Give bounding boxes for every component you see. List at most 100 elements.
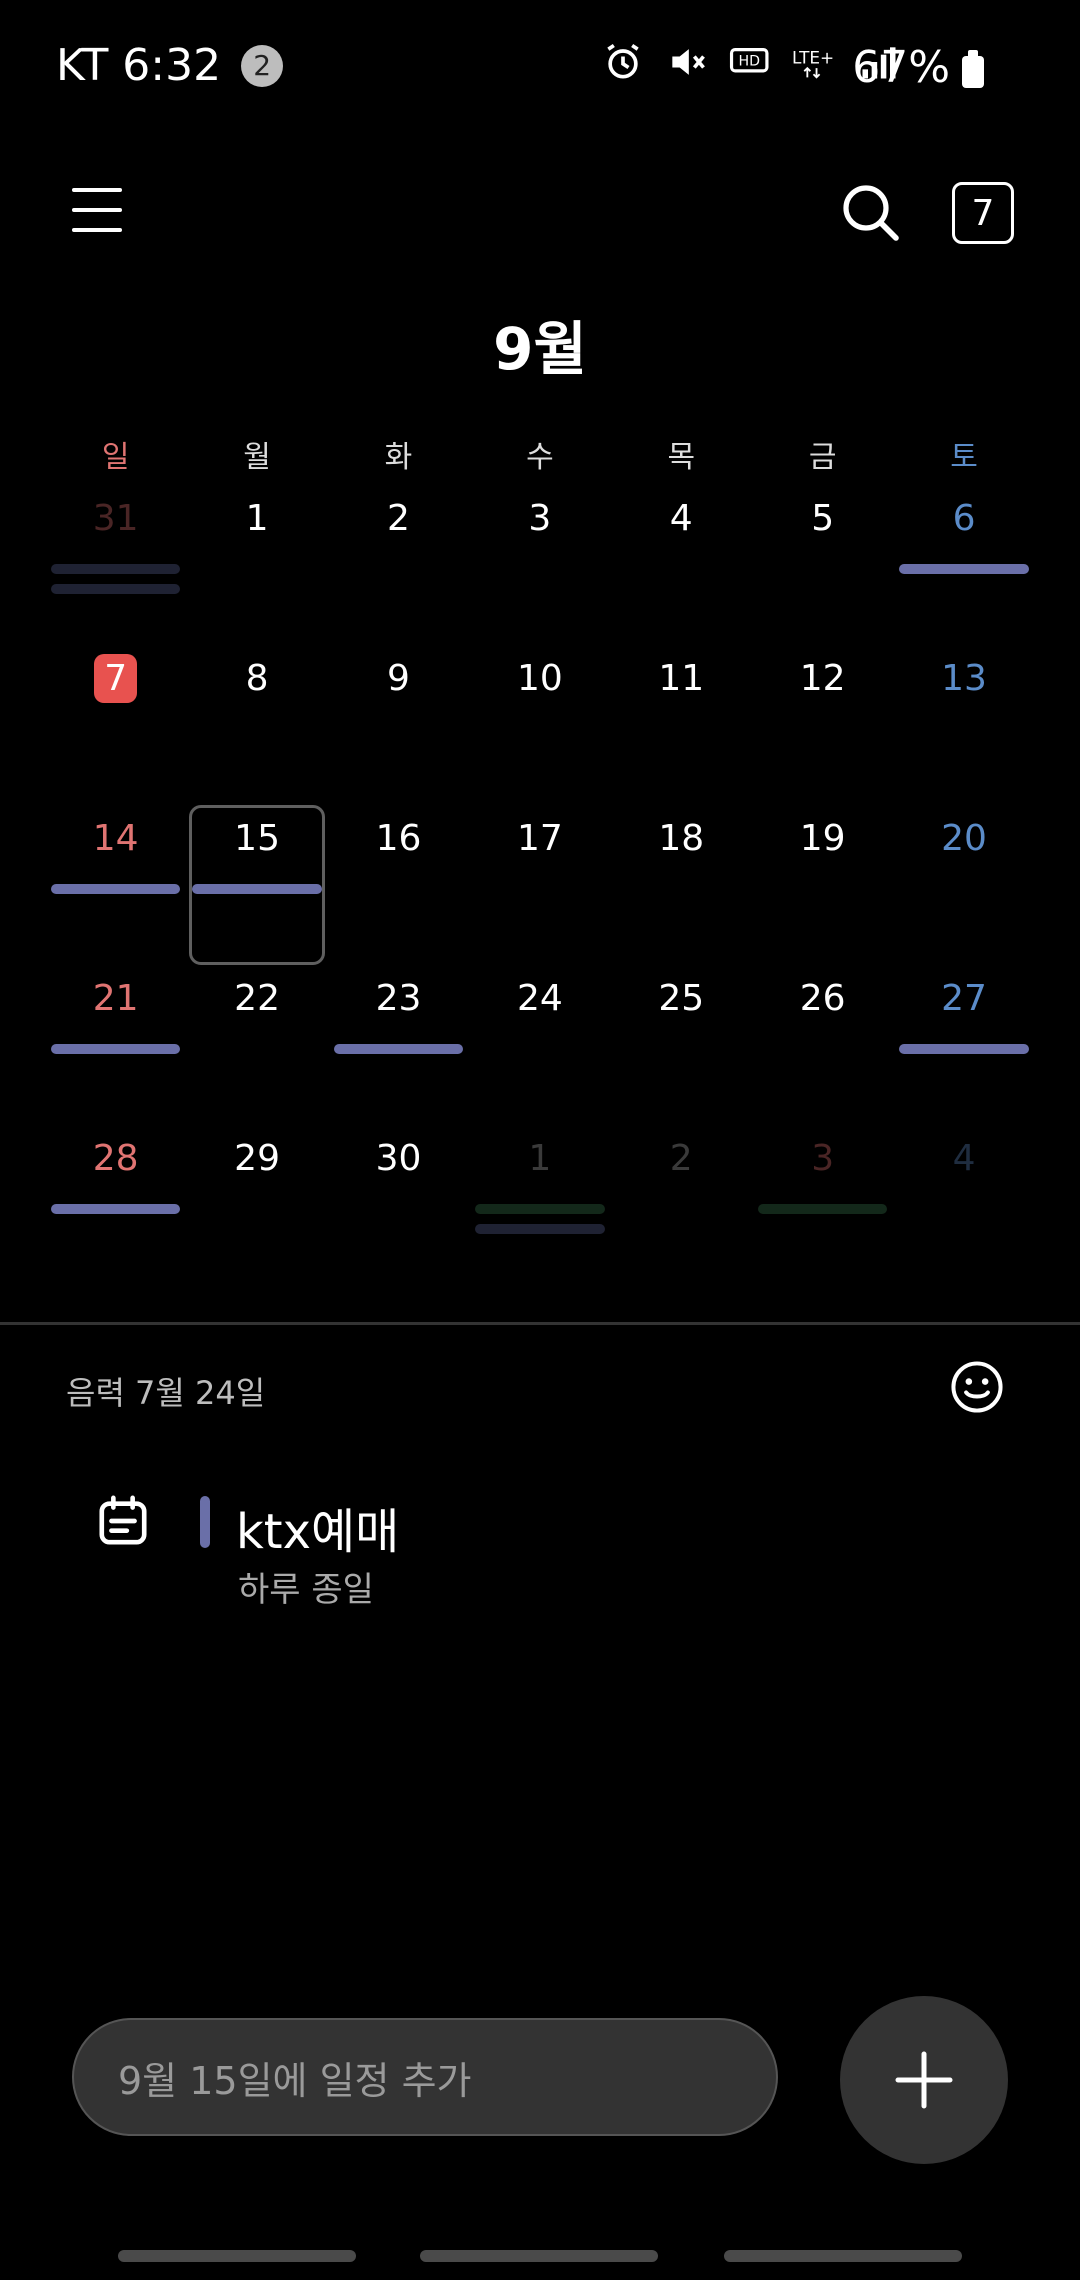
event-bar (899, 1044, 1029, 1054)
day-number: 6 (952, 498, 976, 539)
calendar-week: 14 15 16 17 18 19 20 (45, 805, 1035, 968)
carrier-time: KT 6:32 (56, 40, 222, 91)
day-number: 10 (516, 658, 563, 699)
month-title[interactable]: 9월 (0, 302, 1080, 386)
event-time: 하루 종일 (238, 1570, 374, 1610)
calendar-day[interactable]: 1 (186, 488, 327, 648)
calendar-day[interactable]: 27 (893, 968, 1034, 1128)
quick-add-placeholder: 9월 15일에 일정 추가 (118, 2058, 472, 2103)
calendar-day[interactable]: 3 (469, 488, 610, 648)
day-number: 21 (92, 978, 139, 1019)
menu-icon-line (72, 208, 122, 212)
day-number: 13 (941, 658, 987, 699)
quick-add-input[interactable]: 9월 15일에 일정 추가 (72, 2018, 778, 2136)
calendar-day[interactable]: 13 (893, 648, 1034, 808)
menu-icon-line (72, 228, 122, 232)
event-bar (333, 1044, 464, 1054)
calendar-day[interactable]: 12 (752, 648, 893, 808)
calendar-day[interactable]: 10 (469, 648, 610, 808)
sticker-icon[interactable] (948, 1358, 1006, 1416)
calendar-day[interactable]: 6 (893, 488, 1034, 648)
day-number: 18 (658, 818, 705, 859)
calendar-day[interactable]: 4 (611, 488, 752, 648)
calendar-day[interactable]: 4 (893, 1128, 1034, 1288)
event-bar (51, 1204, 181, 1214)
day-number: 17 (516, 818, 563, 859)
calendar-day[interactable]: 24 (469, 968, 610, 1128)
calendar-day[interactable]: 3 (752, 1128, 893, 1288)
nav-bar-segment[interactable] (420, 2250, 658, 2262)
battery-icon (962, 50, 984, 88)
event-bar (475, 1204, 605, 1214)
calendar-day[interactable]: 20 (893, 808, 1034, 968)
calendar-day[interactable]: 25 (611, 968, 752, 1128)
day-number: 20 (941, 818, 987, 859)
day-number: 4 (669, 498, 693, 539)
calendar-day[interactable]: 29 (186, 1128, 327, 1288)
calendar-day[interactable]: 16 (328, 808, 469, 968)
event-bar (51, 884, 181, 894)
calendar-day[interactable]: 5 (752, 488, 893, 648)
calendar-day[interactable]: 22 (186, 968, 327, 1128)
day-number: 12 (799, 658, 846, 699)
today-button[interactable]: 7 (952, 182, 1014, 244)
event-bar (51, 584, 181, 594)
lte-icon: LTE+ (792, 48, 834, 79)
event-bar (51, 564, 181, 574)
hd-voice-icon: HD (729, 48, 769, 73)
nav-bar-segment[interactable] (724, 2250, 962, 2262)
calendar-day[interactable]: 26 (752, 968, 893, 1128)
event-bar (51, 1044, 181, 1054)
weekday-label: 토 (950, 440, 978, 475)
day-number: 22 (234, 978, 280, 1019)
plus-icon (895, 2051, 953, 2109)
event-bar (475, 1224, 605, 1234)
day-number: 3 (811, 1138, 835, 1179)
day-number: 11 (658, 658, 705, 699)
calendar-day[interactable]: 30 (328, 1128, 469, 1288)
event-bar (899, 564, 1029, 574)
menu-button[interactable] (72, 188, 122, 234)
day-number: 9 (387, 658, 410, 699)
calendar-day[interactable]: 31 (45, 488, 186, 648)
calendar-day[interactable]: 18 (611, 808, 752, 968)
calendar-day[interactable]: 9 (328, 648, 469, 808)
svg-text:LTE+: LTE+ (792, 48, 834, 68)
day-number: 3 (528, 498, 552, 539)
search-icon[interactable] (838, 180, 902, 244)
calendar-day[interactable]: 21 (45, 968, 186, 1128)
weekday-label: 월 (243, 440, 271, 475)
calendar-day[interactable]: 1 (469, 1128, 610, 1288)
weekday-label: 일 (101, 440, 130, 475)
calendar-day-selected[interactable]: 15 (186, 805, 327, 968)
calendar-week: 31 1 2 3 4 5 6 (45, 488, 1035, 648)
calendar-day[interactable]: 8 (186, 648, 327, 808)
lunar-date: 음력 7월 24일 (66, 1374, 266, 1412)
calendar-day-today[interactable]: 7 (45, 648, 186, 808)
calendar-day[interactable]: 2 (328, 488, 469, 648)
battery-percent: 67% (852, 42, 950, 93)
day-number: 2 (387, 498, 410, 539)
calendar-day[interactable]: 28 (45, 1128, 186, 1288)
weekday-label: 화 (384, 440, 413, 475)
status-bar-left: KT 6:32 2 (56, 40, 284, 91)
event-color-bar (200, 1496, 210, 1548)
notification-count-badge: 2 (241, 44, 284, 87)
day-number: 16 (375, 818, 422, 859)
day-number: 31 (92, 498, 139, 539)
day-number: 1 (245, 498, 269, 539)
calendar-day[interactable]: 2 (611, 1128, 752, 1288)
nav-bar-segment[interactable] (118, 2250, 356, 2262)
calendar-day[interactable]: 23 (328, 968, 469, 1128)
calendar-event-icon (99, 1495, 147, 1545)
weekday-label: 수 (526, 440, 554, 475)
calendar-day[interactable]: 14 (45, 808, 186, 968)
calendar-day[interactable]: 19 (752, 808, 893, 968)
add-event-button[interactable] (840, 1996, 1008, 2164)
day-number: 14 (92, 818, 139, 859)
day-number: 30 (375, 1138, 422, 1179)
calendar-day[interactable]: 11 (611, 648, 752, 808)
weekday-label: 목 (667, 440, 696, 475)
calendar-day[interactable]: 17 (469, 808, 610, 968)
event-bar (192, 884, 322, 894)
